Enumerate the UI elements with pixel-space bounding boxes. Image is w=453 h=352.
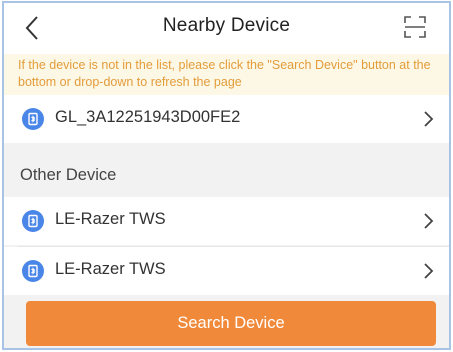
device-row-other-2[interactable]: LE-Razer TWS [4,247,449,295]
device-icon [22,260,44,282]
header-bar: Nearby Device [4,3,449,54]
refresh-notice: If the device is not in the list, please… [4,54,449,95]
search-device-button[interactable]: Search Device [26,301,436,346]
device-icon [22,108,44,130]
device-row-paired[interactable]: GL_3A12251943D00FE2 [4,95,449,143]
device-name: LE-Razer TWS [55,210,166,228]
scan-icon [404,16,426,38]
device-icon [22,210,44,232]
page-title: Nearby Device [162,15,291,36]
device-row-other-1[interactable]: LE-Razer TWS [4,197,449,245]
device-name: GL_3A12251943D00FE2 [55,108,241,126]
app-screen: Nearby Device If the device is not in th… [2,1,451,350]
other-device-heading: Other Device [20,166,117,184]
chevron-right-icon [424,213,434,229]
chevron-right-icon [424,263,434,279]
device-name: LE-Razer TWS [55,260,166,278]
scan-button[interactable] [403,15,427,39]
chevron-right-icon [424,111,434,127]
